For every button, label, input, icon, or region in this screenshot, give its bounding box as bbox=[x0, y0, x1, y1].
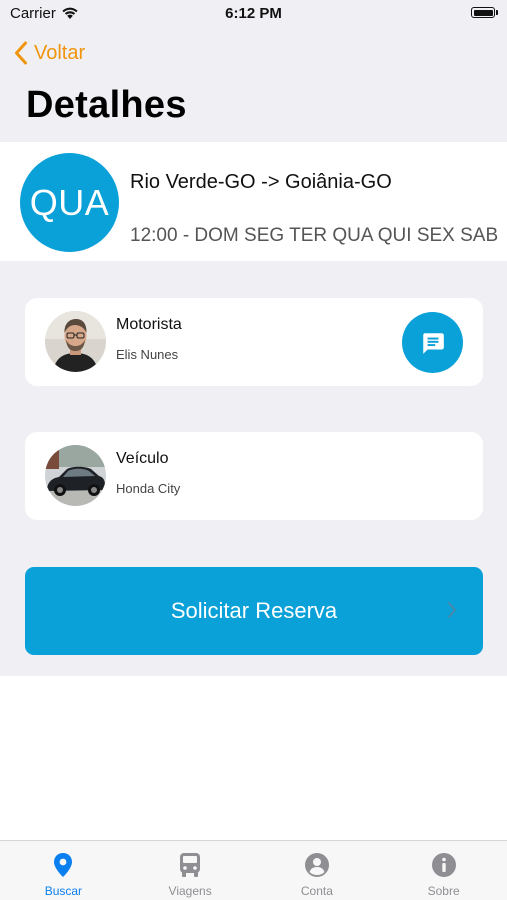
battery-icon bbox=[471, 7, 495, 18]
reserve-label: Solicitar Reserva bbox=[170, 598, 338, 623]
page-title: Detalhes bbox=[26, 84, 187, 126]
chevron-right-icon bbox=[448, 602, 456, 618]
reserve-button[interactable]: Solicitar Reserva bbox=[25, 567, 483, 655]
account-icon bbox=[304, 851, 330, 878]
vehicle-photo bbox=[45, 445, 106, 506]
info-icon bbox=[431, 851, 457, 878]
location-pin-icon bbox=[53, 851, 73, 878]
battery-tip bbox=[496, 10, 498, 15]
tab-buscar-label: Buscar bbox=[44, 884, 83, 898]
tab-viagens[interactable]: Viagens bbox=[127, 841, 254, 900]
tab-viagens-label: Viagens bbox=[168, 884, 212, 898]
clock: 6:12 PM bbox=[225, 5, 282, 22]
tab-buscar[interactable]: Buscar bbox=[0, 841, 127, 900]
driver-name: Elis Nunes bbox=[116, 347, 179, 362]
back-button[interactable]: Voltar bbox=[14, 39, 85, 67]
route-header: QUA Rio Verde-GO -> Goiânia-GO 12:00 - D… bbox=[0, 142, 507, 261]
vehicle-card[interactable]: Veículo Honda City bbox=[25, 432, 483, 520]
status-bar: Carrier 6:12 PM bbox=[0, 0, 507, 28]
route-schedule: 12:00 - DOM SEG TER QUA QUI SEX SAB bbox=[130, 225, 499, 246]
chat-bubble-icon bbox=[422, 332, 444, 354]
chat-button[interactable] bbox=[402, 312, 463, 373]
vehicle-heading: Veículo bbox=[116, 450, 169, 467]
driver-heading: Motorista bbox=[116, 316, 182, 333]
route-name: Rio Verde-GO -> Goiânia-GO bbox=[130, 171, 392, 193]
tab-conta-label: Conta bbox=[300, 884, 333, 898]
tab-conta[interactable]: Conta bbox=[254, 841, 381, 900]
tab-bar: Buscar Viagens Conta Sobre bbox=[0, 840, 507, 900]
screen: Carrier 6:12 PM Voltar Detalhes QUA Rio … bbox=[0, 0, 507, 900]
driver-avatar bbox=[45, 311, 106, 372]
bus-icon bbox=[178, 851, 202, 878]
back-label: Voltar bbox=[34, 41, 86, 64]
driver-card[interactable]: Motorista Elis Nunes bbox=[25, 298, 483, 386]
vehicle-model: Honda City bbox=[116, 481, 181, 496]
tab-sobre[interactable]: Sobre bbox=[380, 841, 507, 900]
tab-sobre-label: Sobre bbox=[427, 884, 460, 898]
day-badge: QUA bbox=[20, 153, 119, 252]
chevron-left-icon bbox=[15, 41, 27, 65]
